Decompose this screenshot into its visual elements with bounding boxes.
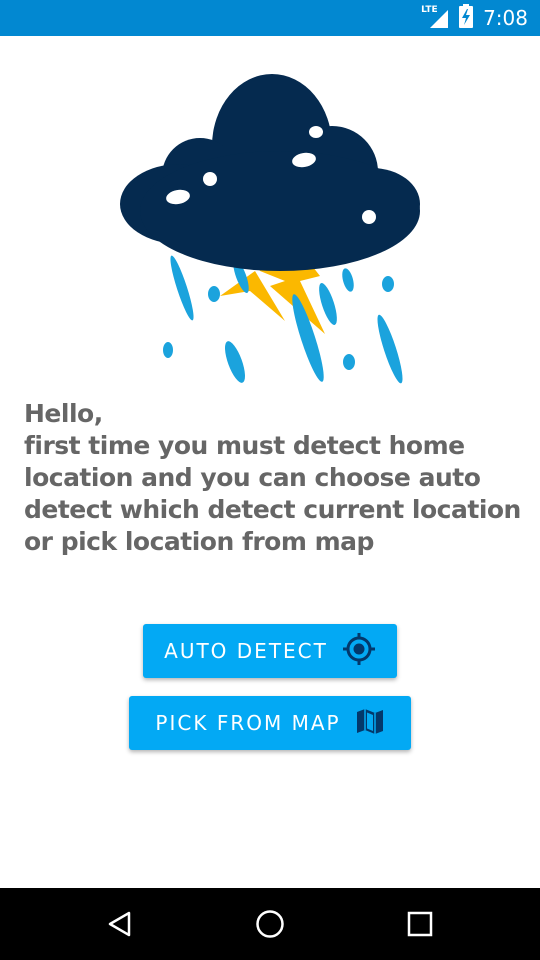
recents-icon[interactable] xyxy=(400,904,440,944)
pick-from-map-label: PICK FROM MAP xyxy=(155,711,341,735)
auto-detect-label: AUTO DETECT xyxy=(164,639,328,663)
back-icon[interactable] xyxy=(100,904,140,944)
status-icons: LTE 7:08 xyxy=(421,0,528,36)
auto-detect-button[interactable]: AUTO DETECT xyxy=(143,624,397,678)
signal-icon: LTE xyxy=(421,5,449,30)
welcome-screen: Hello, first time you must detect home l… xyxy=(0,36,540,888)
storm-cloud-icon xyxy=(120,74,420,384)
pick-from-map-button[interactable]: PICK FROM MAP xyxy=(129,696,411,750)
welcome-message: Hello, first time you must detect home l… xyxy=(24,399,521,556)
status-bar: LTE 7:08 xyxy=(0,0,540,36)
home-icon[interactable] xyxy=(250,904,290,944)
status-time: 7:08 xyxy=(483,6,528,30)
battery-charging-icon xyxy=(459,3,474,33)
gps-target-icon xyxy=(342,632,376,671)
navigation-bar xyxy=(0,888,540,960)
map-icon xyxy=(355,706,385,741)
